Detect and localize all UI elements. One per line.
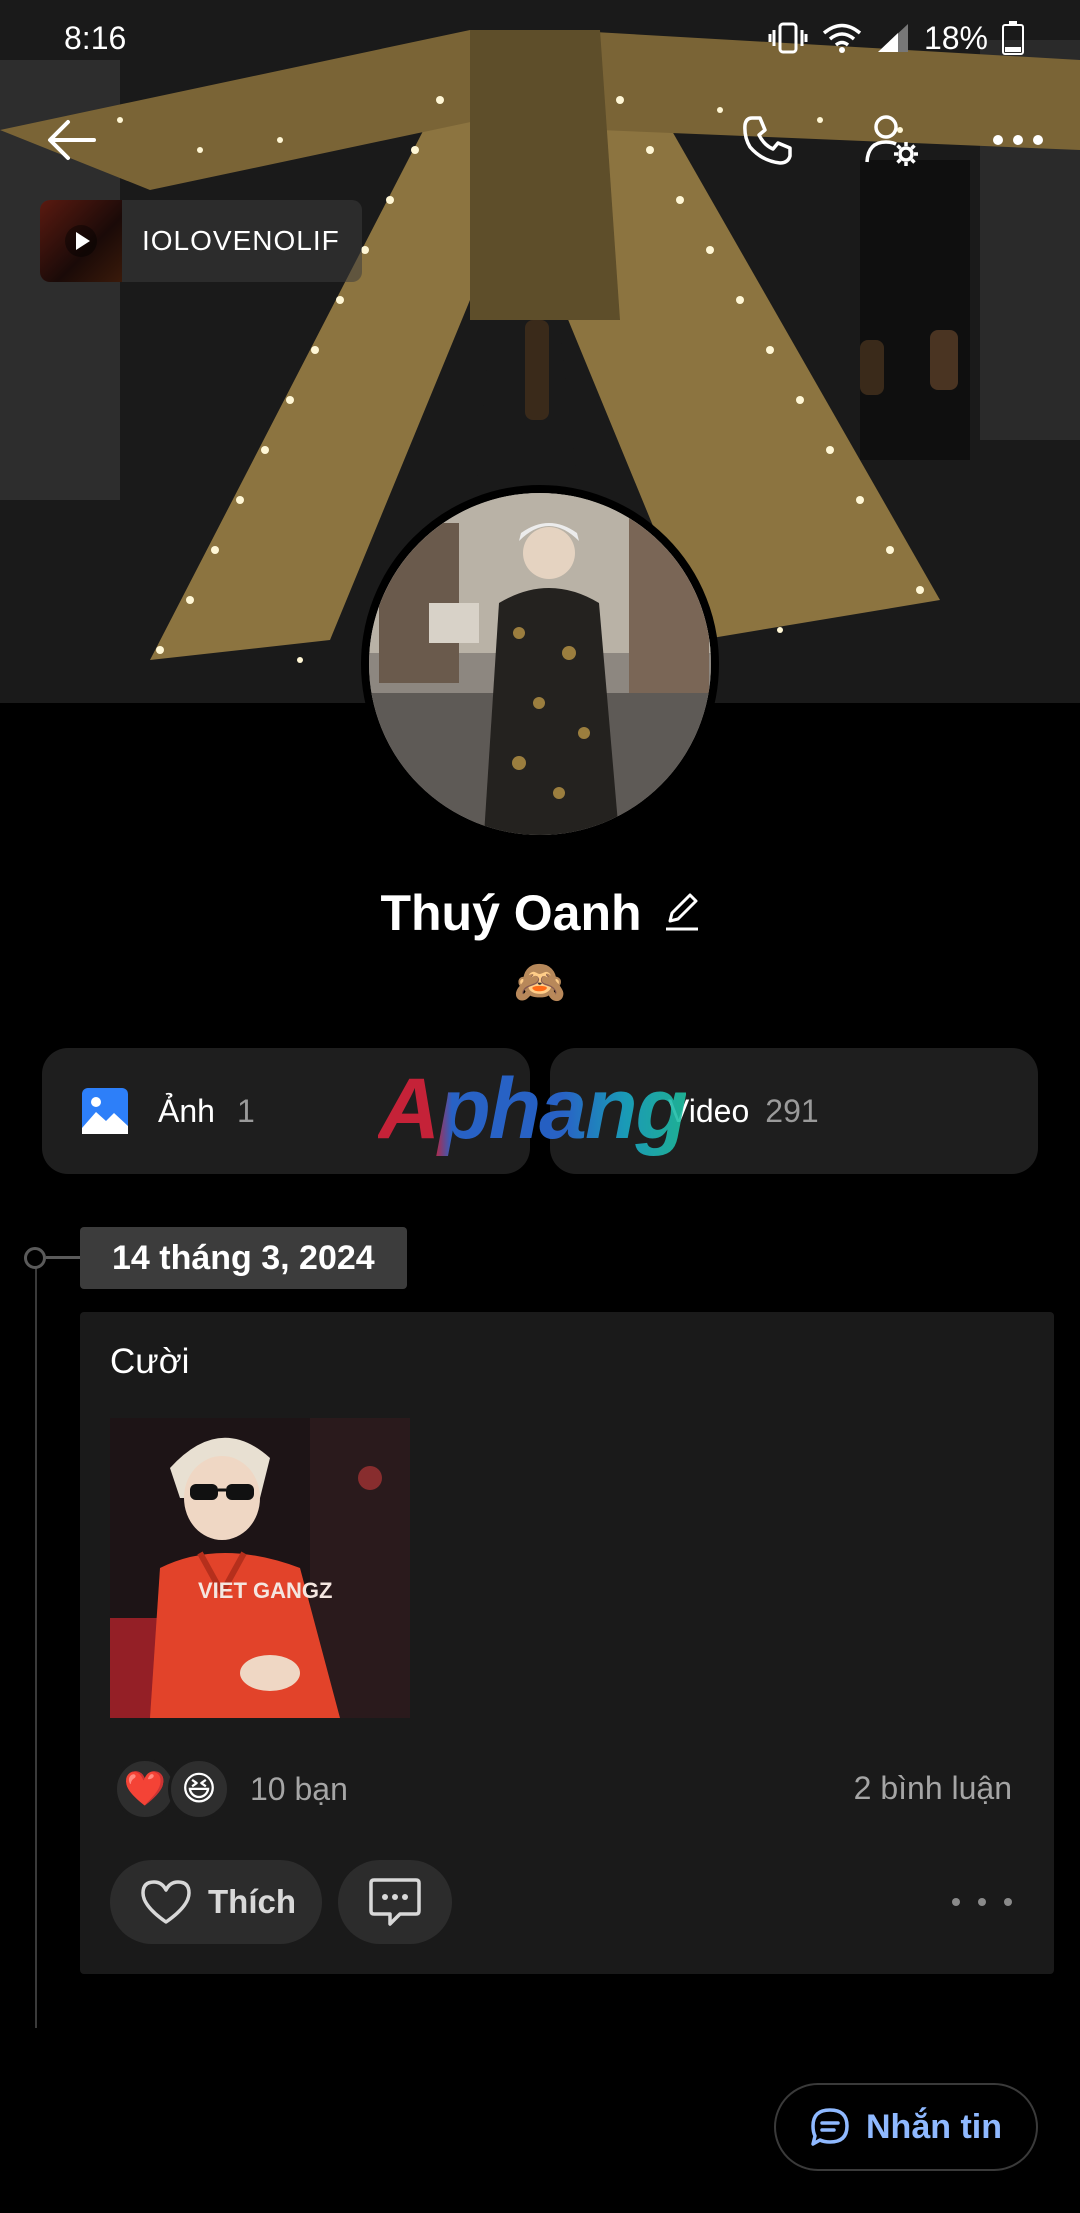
timeline-connector (46, 1256, 80, 1259)
profile-name: Thuý Oanh (380, 885, 642, 941)
post-text: Cười (110, 1342, 190, 1381)
profile-name-row: Thuý Oanh (0, 884, 1080, 942)
more-icon (993, 135, 1043, 145)
vibrate-icon (768, 21, 808, 55)
timeline-date: 14 tháng 3, 2024 (80, 1227, 407, 1289)
post-more-button[interactable] (952, 1882, 1012, 1922)
signal-icon (876, 22, 910, 54)
avatar[interactable] (361, 485, 719, 843)
profile-status-emoji: 🙈 (513, 958, 567, 1005)
videos-count: 291 (765, 1092, 819, 1129)
post-photo[interactable]: VIET GANGZ (110, 1418, 410, 1718)
wifi-icon (822, 22, 862, 54)
chat-icon (811, 2108, 849, 2146)
timeline-line (35, 1258, 37, 2028)
comment-icon (369, 1878, 421, 1926)
music-thumbnail (40, 200, 122, 282)
back-arrow-icon (48, 120, 96, 160)
phone-icon (743, 116, 792, 165)
message-button[interactable]: Nhắn tin (774, 2083, 1038, 2171)
comment-button[interactable] (338, 1860, 452, 1944)
more-dot (1004, 1898, 1012, 1906)
heart-reaction-icon: ❤️ (114, 1758, 176, 1820)
heart-icon (141, 1880, 191, 1924)
battery-icon (1002, 21, 1024, 55)
pencil-icon (665, 893, 698, 930)
haha-reaction-icon: 😆 (168, 1758, 230, 1820)
photos-count: 1 (236, 1092, 255, 1129)
status-bar: 8:16 18% (0, 0, 1080, 76)
music-title: IOLOVENOLIF (142, 225, 340, 256)
watermark-logo: Aphang (378, 1061, 688, 1157)
battery-percent: 18% (923, 19, 988, 56)
status-time: 8:16 (64, 19, 127, 56)
more-dot (978, 1898, 986, 1906)
profile-music-chip[interactable]: IOLOVENOLIF (40, 200, 362, 282)
profile-page: 8:16 18% IOLOVENOLIF Thuý Oanh 🙈 Ảnh 1 V… (0, 0, 1080, 2213)
user-settings-icon (865, 115, 918, 166)
photo-icon (82, 1088, 128, 1134)
play-icon (65, 225, 97, 257)
photos-label: Ảnh (158, 1092, 215, 1129)
edit-name-button[interactable] (664, 891, 700, 936)
like-button[interactable]: Thích (110, 1860, 322, 1944)
back-button[interactable] (32, 100, 112, 180)
message-label: Nhắn tin (866, 2107, 1002, 2146)
reaction-count: 10 bạn (250, 1770, 348, 1807)
profile-settings-button[interactable] (852, 100, 932, 180)
comment-count[interactable]: 2 bình luận (854, 1770, 1012, 1807)
call-button[interactable] (727, 100, 807, 180)
post-card: Cười VIET GANGZ ❤️ 😆 10 bạn 2 bình luận … (80, 1312, 1054, 1974)
like-label: Thích (208, 1883, 296, 1920)
top-bar (0, 100, 1080, 180)
reactions-summary[interactable]: ❤️ 😆 10 bạn (114, 1758, 348, 1820)
more-options-button[interactable] (978, 100, 1058, 180)
svg-text:VIET GANGZ: VIET GANGZ (198, 1578, 332, 1603)
more-dot (952, 1898, 960, 1906)
timeline-dot (24, 1247, 46, 1269)
